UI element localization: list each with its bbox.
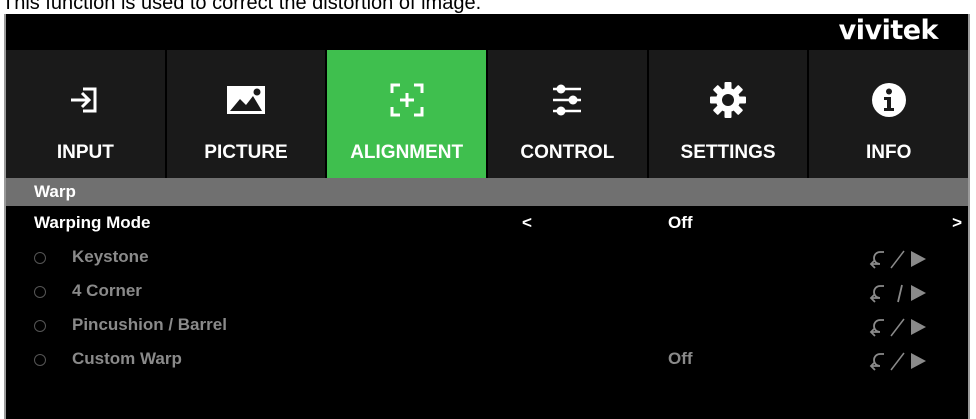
section-header-warp: Warp	[6, 178, 968, 206]
menu-tabs: INPUT PICTURE ALIGNMENT CONTROL SETTINGS…	[6, 50, 969, 178]
radio-icon	[34, 252, 46, 264]
tab-control-label: CONTROL	[520, 142, 615, 163]
control-icon	[547, 80, 587, 120]
warping-mode-row[interactable]: Warping Mode < Off >	[6, 206, 968, 240]
warping-mode-next-button[interactable]: >	[952, 213, 962, 233]
enter-arrow-icon	[868, 248, 934, 270]
menu-item-4-corner[interactable]: 4 Corner	[6, 274, 968, 308]
menu-item-custom-warp[interactable]: Custom Warp Off	[6, 342, 968, 376]
tab-input[interactable]: INPUT	[6, 50, 167, 178]
warping-mode-label: Warping Mode	[34, 213, 151, 232]
tab-settings[interactable]: SETTINGS	[648, 50, 810, 178]
tab-settings-label: SETTINGS	[680, 142, 776, 163]
menu-item-keystone[interactable]: Keystone	[6, 240, 968, 274]
tab-alignment[interactable]: ALIGNMENT	[327, 50, 489, 178]
tab-input-label: INPUT	[56, 142, 114, 163]
input-icon	[65, 80, 105, 120]
radio-icon	[34, 320, 46, 332]
tab-alignment-label: ALIGNMENT	[350, 142, 464, 163]
4-corner-label: 4 Corner	[72, 281, 142, 300]
tab-picture-label: PICTURE	[204, 142, 288, 163]
tab-info-label: INFO	[866, 142, 912, 163]
radio-icon	[34, 354, 46, 366]
osd-menu: vivitek INPUT PICTURE ALIGNMENT CONTROL …	[4, 14, 970, 419]
menu-item-pincushion-barrel[interactable]: Pincushion / Barrel	[6, 308, 968, 342]
custom-warp-value: Off	[668, 349, 693, 368]
enter-arrow-icon	[868, 350, 934, 372]
tab-picture[interactable]: PICTURE	[166, 50, 328, 178]
tab-control[interactable]: CONTROL	[488, 50, 649, 178]
page-caption: This function is used to correct the dis…	[2, 0, 482, 14]
tab-info[interactable]: INFO	[809, 50, 969, 178]
pincushion-barrel-label: Pincushion / Barrel	[72, 315, 227, 334]
alignment-icon	[387, 80, 427, 120]
info-icon	[869, 80, 909, 120]
gear-icon	[708, 80, 748, 120]
keystone-label: Keystone	[72, 247, 149, 266]
enter-arrow-icon	[868, 282, 934, 304]
brand-logo: vivitek	[838, 15, 939, 46]
warping-mode-prev-button[interactable]: <	[522, 213, 532, 233]
warping-mode-value: Off	[668, 213, 693, 232]
enter-arrow-icon	[868, 316, 934, 338]
radio-icon	[34, 286, 46, 298]
custom-warp-label: Custom Warp	[72, 349, 182, 368]
picture-icon	[226, 80, 266, 120]
